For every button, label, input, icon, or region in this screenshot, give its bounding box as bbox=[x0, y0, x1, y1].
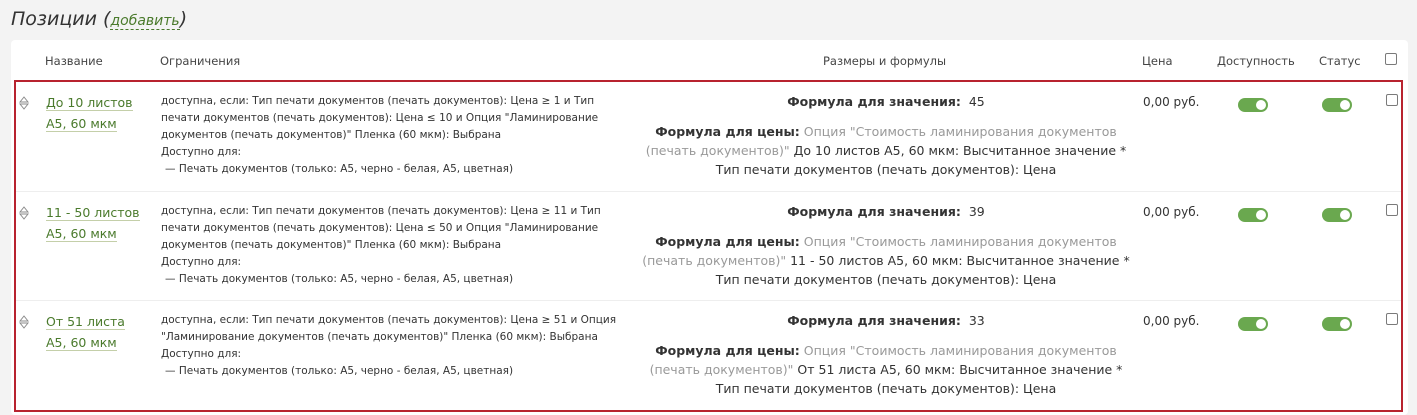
position-name-link[interactable]: От 51 листа А5, 60 мкм bbox=[46, 311, 156, 353]
header-status[interactable]: Статус bbox=[1319, 54, 1361, 68]
position-name-link[interactable]: До 10 листов А5, 60 мкм bbox=[46, 92, 156, 134]
add-position-link[interactable]: добавить bbox=[110, 13, 180, 30]
table-row[interactable]: 11 - 50 листов А5, 60 мкм доступна, если… bbox=[16, 191, 1401, 301]
constraints-text: доступна, если: Тип печати документов (п… bbox=[161, 314, 617, 377]
price-value: 0,00 руб. bbox=[1143, 314, 1200, 328]
page-title-text: Позиции bbox=[11, 8, 97, 30]
page-title: Позиции (добавить) bbox=[11, 8, 188, 30]
constraints-text: доступна, если: Тип печати документов (п… bbox=[161, 205, 601, 285]
header-price[interactable]: Цена bbox=[1142, 54, 1173, 68]
formulas-block: Формула для значения: 45 Формула для цен… bbox=[645, 94, 1127, 177]
header-name[interactable]: Название bbox=[45, 54, 103, 68]
selected-rows-group: До 10 листов А5, 60 мкм доступна, если: … bbox=[14, 80, 1403, 412]
availability-toggle[interactable] bbox=[1238, 208, 1268, 222]
position-name-link[interactable]: 11 - 50 листов А5, 60 мкм bbox=[46, 202, 156, 244]
header-availability[interactable]: Доступность bbox=[1217, 54, 1295, 68]
header-constraints: Ограничения bbox=[160, 54, 241, 68]
header-formulas: Размеры и формулы bbox=[823, 54, 947, 68]
drag-handle-icon[interactable] bbox=[19, 96, 29, 110]
price-value: 0,00 руб. bbox=[1143, 205, 1200, 219]
drag-handle-icon[interactable] bbox=[19, 206, 29, 220]
price-value: 0,00 руб. bbox=[1143, 95, 1200, 109]
status-toggle[interactable] bbox=[1322, 317, 1352, 331]
select-all-checkbox[interactable] bbox=[1385, 53, 1397, 65]
drag-handle-icon[interactable] bbox=[19, 315, 29, 329]
formulas-block: Формула для значения: 33 Формула для цен… bbox=[649, 313, 1123, 396]
status-toggle[interactable] bbox=[1322, 208, 1352, 222]
table-row[interactable]: От 51 листа А5, 60 мкм доступна, если: Т… bbox=[16, 300, 1401, 411]
availability-toggle[interactable] bbox=[1238, 317, 1268, 331]
status-toggle[interactable] bbox=[1322, 98, 1352, 112]
availability-toggle[interactable] bbox=[1238, 98, 1268, 112]
row-checkbox[interactable] bbox=[1386, 204, 1398, 216]
constraints-text: доступна, если: Тип печати документов (п… bbox=[161, 95, 599, 175]
formulas-block: Формула для значения: 39 Формула для цен… bbox=[642, 204, 1130, 287]
table-row[interactable]: До 10 листов А5, 60 мкм доступна, если: … bbox=[16, 82, 1401, 191]
positions-table: Название Ограничения Размеры и формулы Ц… bbox=[11, 40, 1408, 415]
row-checkbox[interactable] bbox=[1386, 313, 1398, 325]
row-checkbox[interactable] bbox=[1386, 94, 1398, 106]
